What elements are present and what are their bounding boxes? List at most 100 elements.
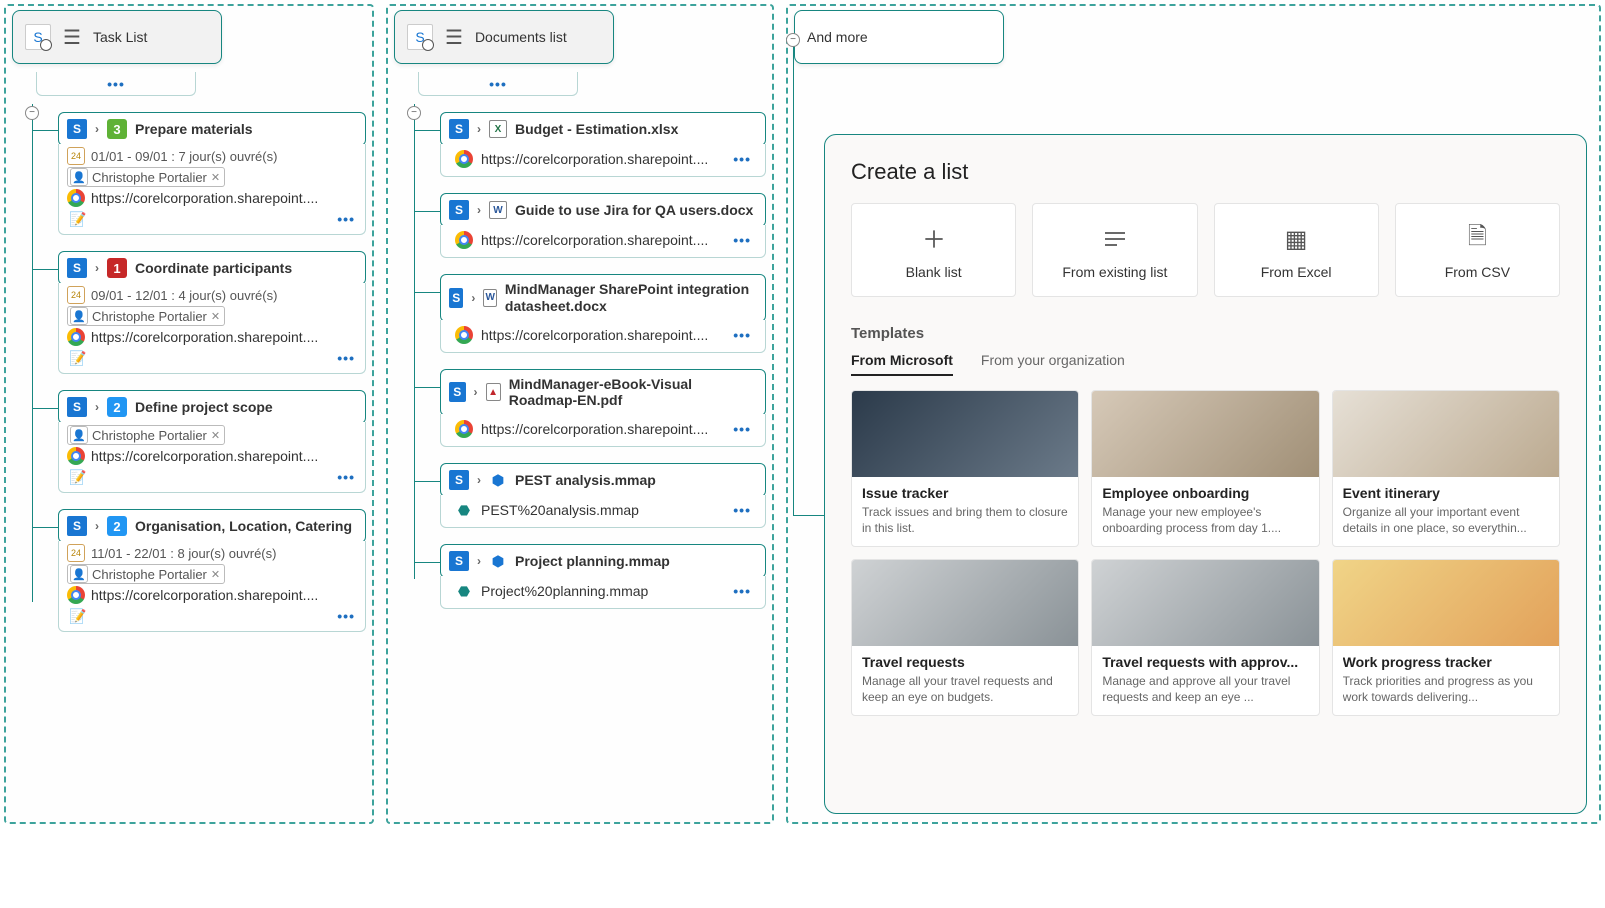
collapse-toggle[interactable]: − xyxy=(25,106,39,120)
and-more-header[interactable]: And more xyxy=(794,10,1004,64)
document-title: Budget - Estimation.xlsx xyxy=(515,121,678,138)
documents-list-menu[interactable]: ••• xyxy=(418,72,578,96)
template-card[interactable]: Travel requests Manage all your travel r… xyxy=(851,559,1079,716)
task-list-header[interactable]: S ☰ Task List xyxy=(12,10,222,64)
assignee-chip[interactable]: 👤 Christophe Portalier ✕ xyxy=(67,306,225,326)
document-node[interactable]: S › W MindManager SharePoint integration… xyxy=(440,274,766,322)
create-option-from-csv[interactable]: 🗎 From CSV xyxy=(1395,203,1560,297)
assignee-name: Christophe Portalier xyxy=(92,428,207,443)
task-menu[interactable]: ••• xyxy=(337,350,355,366)
doc-menu[interactable]: ••• xyxy=(733,151,751,167)
template-desc: Organize all your important event detail… xyxy=(1343,505,1549,536)
template-desc: Track issues and bring them to closure i… xyxy=(862,505,1068,536)
person-icon: 👤 xyxy=(70,307,88,325)
doc-link[interactable]: https://corelcorporation.sharepoint.... xyxy=(481,232,725,248)
task-node[interactable]: S › 1 Coordinate participants xyxy=(58,251,366,285)
remove-assignee-icon[interactable]: ✕ xyxy=(211,310,220,323)
doc-body: ⬣PEST%20analysis.mmap••• xyxy=(440,495,766,528)
template-card[interactable]: Work progress tracker Track priorities a… xyxy=(1332,559,1560,716)
doc-menu[interactable]: ••• xyxy=(733,327,751,343)
collapse-toggle[interactable]: − xyxy=(786,33,800,47)
document-node[interactable]: S › ▲ MindManager-eBook-Visual Roadmap-E… xyxy=(440,369,766,417)
doc-link[interactable]: https://corelcorporation.sharepoint.... xyxy=(481,327,725,343)
document-node[interactable]: S › W Guide to use Jira for QA users.doc… xyxy=(440,193,766,227)
task-list-menu[interactable]: ••• xyxy=(36,72,196,96)
task-menu[interactable]: ••• xyxy=(337,211,355,227)
task-tree: − S › 3 Prepare materials 2401/01 - 09/0… xyxy=(12,112,366,632)
option-label: From CSV xyxy=(1400,264,1555,280)
xlsx-file-icon: X xyxy=(489,120,507,138)
template-card[interactable]: Event itinerary Organize all your import… xyxy=(1332,390,1560,547)
doc-link[interactable]: PEST%20analysis.mmap xyxy=(481,502,725,518)
doc-link[interactable]: https://corelcorporation.sharepoint.... xyxy=(481,151,725,167)
note-icon[interactable]: 📝 xyxy=(69,607,87,625)
note-icon[interactable]: 📝 xyxy=(69,210,87,228)
tab-from-organization[interactable]: From your organization xyxy=(981,352,1125,376)
list-icon: ☰ xyxy=(445,25,463,50)
task-menu[interactable]: ••• xyxy=(337,608,355,624)
documents-list-header[interactable]: S ☰ Documents list xyxy=(394,10,614,64)
task-node[interactable]: S › 3 Prepare materials xyxy=(58,112,366,146)
doc-menu[interactable]: ••• xyxy=(733,232,751,248)
task-body: 2409/01 - 12/01 : 4 jour(s) ouvré(s) 👤 C… xyxy=(58,283,366,374)
chevron-right-icon: › xyxy=(95,261,99,275)
template-title: Travel requests with approv... xyxy=(1102,654,1308,670)
document-node[interactable]: S › ⬢ PEST analysis.mmap xyxy=(440,463,766,497)
template-card[interactable]: Travel requests with approv... Manage an… xyxy=(1091,559,1319,716)
task-title: Define project scope xyxy=(135,399,273,415)
sharepoint-icon: S xyxy=(449,288,463,308)
remove-assignee-icon[interactable]: ✕ xyxy=(211,429,220,442)
doc-link[interactable]: https://corelcorporation.sharepoint.... xyxy=(481,421,725,437)
doc-body: https://corelcorporation.sharepoint.... •… xyxy=(440,414,766,447)
priority-badge: 3 xyxy=(107,119,127,139)
task-node[interactable]: S › 2 Define project scope xyxy=(58,390,366,424)
template-desc: Manage all your travel requests and keep… xyxy=(862,674,1068,705)
task-link[interactable]: https://corelcorporation.sharepoint.... xyxy=(91,329,357,345)
plus-icon xyxy=(921,226,947,252)
chrome-icon xyxy=(67,189,85,207)
create-option-blank-list[interactable]: Blank list xyxy=(851,203,1016,297)
task-link[interactable]: https://corelcorporation.sharepoint.... xyxy=(91,448,357,464)
note-icon[interactable]: 📝 xyxy=(69,468,87,486)
task-node[interactable]: S › 2 Organisation, Location, Catering xyxy=(58,509,366,543)
template-card[interactable]: Employee onboarding Manage your new empl… xyxy=(1091,390,1319,547)
doc-menu[interactable]: ••• xyxy=(733,583,751,599)
mindmanager-icon: ⬣ xyxy=(455,582,473,600)
template-desc: Manage and approve all your travel reque… xyxy=(1102,674,1308,705)
create-option-from-excel[interactable]: ▦From Excel xyxy=(1214,203,1379,297)
sharepoint-icon: S xyxy=(67,516,87,536)
task-menu[interactable]: ••• xyxy=(337,469,355,485)
chevron-right-icon: › xyxy=(95,122,99,136)
option-label: From existing list xyxy=(1037,264,1192,280)
sharepoint-icon: S xyxy=(67,397,87,417)
assignee-chip[interactable]: 👤 Christophe Portalier ✕ xyxy=(67,564,225,584)
task-link[interactable]: https://corelcorporation.sharepoint.... xyxy=(91,190,357,206)
template-title: Travel requests xyxy=(862,654,1068,670)
remove-assignee-icon[interactable]: ✕ xyxy=(211,171,220,184)
task-body: 👤 Christophe Portalier ✕ https://corelco… xyxy=(58,422,366,493)
assignee-chip[interactable]: 👤 Christophe Portalier ✕ xyxy=(67,167,225,187)
document-node[interactable]: S › ⬢ Project planning.mmap xyxy=(440,544,766,578)
task-link[interactable]: https://corelcorporation.sharepoint.... xyxy=(91,587,357,603)
csv-icon: 🗎 xyxy=(1468,219,1487,260)
list-icon: ☰ xyxy=(63,25,81,50)
calendar-icon: 24 xyxy=(67,147,85,165)
tab-from-microsoft[interactable]: From Microsoft xyxy=(851,352,953,376)
create-option-from-existing-list[interactable]: From existing list xyxy=(1032,203,1197,297)
doc-menu[interactable]: ••• xyxy=(733,502,751,518)
collapse-toggle[interactable]: − xyxy=(407,106,421,120)
remove-assignee-icon[interactable]: ✕ xyxy=(211,568,220,581)
and-more-frame: And more − Create a list Blank listFrom … xyxy=(786,4,1601,824)
document-node[interactable]: S › X Budget - Estimation.xlsx xyxy=(440,112,766,146)
document-title: MindManager SharePoint integration datas… xyxy=(505,281,757,315)
doc-menu[interactable]: ••• xyxy=(733,421,751,437)
priority-badge: 2 xyxy=(107,397,127,417)
chevron-right-icon: › xyxy=(474,385,478,399)
assignee-chip[interactable]: 👤 Christophe Portalier ✕ xyxy=(67,425,225,445)
template-card[interactable]: Issue tracker Track issues and bring the… xyxy=(851,390,1079,547)
note-icon[interactable]: 📝 xyxy=(69,349,87,367)
and-more-title: And more xyxy=(807,29,868,45)
doc-link[interactable]: Project%20planning.mmap xyxy=(481,583,725,599)
chevron-right-icon: › xyxy=(471,291,475,305)
chevron-right-icon: › xyxy=(477,203,481,217)
